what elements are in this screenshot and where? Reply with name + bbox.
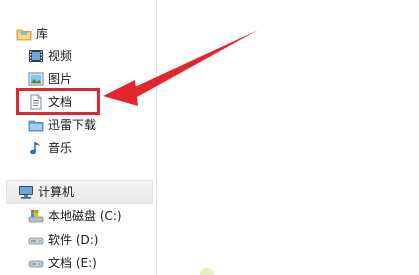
- nav-item-label: 本地磁盘 (C:): [48, 209, 122, 223]
- library-folder-icon: [16, 26, 32, 42]
- nav-item-label: 文档 (E:): [48, 256, 97, 270]
- annotation-highlight-box: [16, 88, 100, 115]
- navigation-pane: 库 视频 图片 文档 迅雷下载 音乐 计算机 本地磁盘 (C:) 软件 (D:)…: [0, 0, 156, 275]
- nav-item-pictures[interactable]: 图片: [28, 69, 72, 89]
- nav-item-label: 视频: [48, 49, 73, 63]
- download-folder-icon: [28, 117, 44, 133]
- nav-item-label: 迅雷下载: [48, 118, 97, 132]
- picture-icon: [28, 71, 44, 87]
- nav-item-videos[interactable]: 视频: [28, 46, 72, 66]
- nav-item-drive-c[interactable]: 本地磁盘 (C:): [28, 206, 122, 226]
- drive-icon: [28, 232, 44, 248]
- nav-item-music[interactable]: 音乐: [28, 138, 72, 158]
- nav-item-label: 音乐: [48, 141, 73, 155]
- pane-divider: [156, 0, 157, 275]
- nav-item-label: 计算机: [38, 185, 75, 199]
- nav-item-drive-d[interactable]: 软件 (D:): [28, 230, 98, 250]
- decorative-leaf: [200, 268, 214, 275]
- nav-item-label: 软件 (D:): [48, 233, 99, 247]
- nav-item-label: 库: [36, 27, 49, 41]
- nav-item-computer[interactable]: 计算机: [18, 182, 74, 202]
- system-drive-icon: [28, 208, 44, 224]
- music-icon: [28, 140, 44, 156]
- video-icon: [28, 48, 44, 64]
- drive-icon: [28, 255, 44, 271]
- computer-icon: [18, 184, 34, 200]
- nav-item-library[interactable]: 库: [16, 24, 48, 44]
- nav-item-thunder-downloads[interactable]: 迅雷下载: [28, 115, 96, 135]
- nav-item-drive-e[interactable]: 文档 (E:): [28, 253, 97, 273]
- nav-item-label: 图片: [48, 72, 73, 86]
